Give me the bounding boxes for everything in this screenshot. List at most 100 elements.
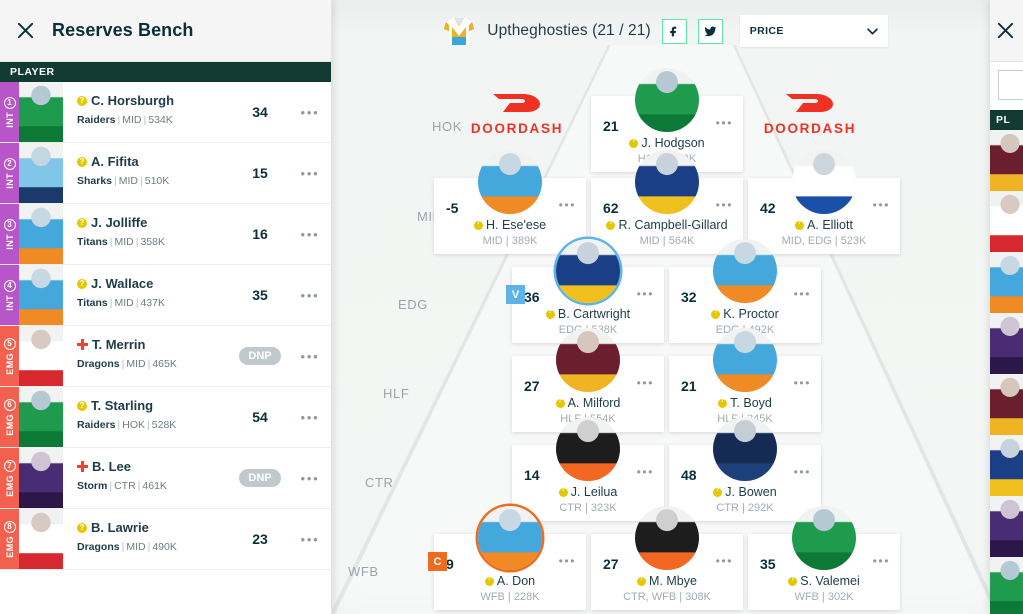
player-jersey-dragons <box>19 326 63 386</box>
player-meta: Sharks | MID | 510K <box>77 175 231 187</box>
jersey-icon <box>444 18 475 45</box>
close-icon[interactable] <box>996 21 1015 40</box>
table-row[interactable]: 6EMGT. StarlingRaiders|HOK|528K54••• <box>0 387 331 448</box>
player-info: B. Lee Storm | CTR | 461K <box>63 448 231 508</box>
status-icon <box>711 308 721 319</box>
field-player-card[interactable]: 27 ••• M. Mbye CTR, WFB | 308K <box>591 506 743 610</box>
row-menu-button[interactable]: ••• <box>289 387 331 447</box>
player-name: T. Merrin <box>77 337 231 352</box>
player-name: J. Bowen <box>669 485 821 499</box>
list-item[interactable] <box>990 313 1023 374</box>
player-menu-button[interactable]: ••• <box>637 288 654 300</box>
list-item[interactable] <box>990 130 1023 191</box>
player-position: HOK <box>122 419 146 431</box>
player-menu-button[interactable]: ••• <box>794 466 811 478</box>
row-menu-button[interactable]: ••• <box>289 265 331 325</box>
bench-slot-tag: EMG <box>4 535 15 558</box>
status-badge: DNP <box>239 469 281 487</box>
player-name: B. Cartwright <box>512 307 664 321</box>
player-menu-button[interactable]: ••• <box>716 117 733 129</box>
row-menu-button[interactable]: ••• <box>289 143 331 203</box>
player-avatar <box>19 326 63 386</box>
bench-slot-tag: EMG <box>4 352 15 375</box>
list-item[interactable] <box>990 374 1023 435</box>
row-menu-button[interactable]: ••• <box>289 509 331 569</box>
meta-sep: | <box>140 175 143 187</box>
player-jersey-titans <box>713 239 777 303</box>
player-menu-button[interactable]: ••• <box>637 377 654 389</box>
player-team: Titans <box>77 297 108 309</box>
sponsor-doordash-right: DOORDASH <box>745 88 875 136</box>
close-icon[interactable] <box>16 21 35 40</box>
table-row[interactable]: 7 EMG B. Lee Storm | CTR | 461K DNP ••• <box>0 448 331 509</box>
player-points: 35 <box>231 265 289 325</box>
bench-slot-rail: 1 INT <box>0 82 19 142</box>
points-value: 16 <box>252 226 268 242</box>
meta-sep: | <box>137 480 141 492</box>
player-price: 490K <box>152 541 177 553</box>
player-points: 54 <box>231 387 289 447</box>
player-name: T. Boyd <box>669 396 821 410</box>
list-item[interactable] <box>990 191 1023 252</box>
player-score: -5 <box>446 200 459 216</box>
row-menu-button[interactable]: ••• <box>289 82 331 142</box>
meta-sep: | <box>109 297 113 309</box>
status-icon <box>788 575 798 586</box>
player-score: 27 <box>524 378 540 394</box>
player-menu-button[interactable]: ••• <box>794 288 811 300</box>
table-row[interactable]: 3INTJ. JolliffeTitans|MID|358K16••• <box>0 204 331 265</box>
player-points: DNP <box>231 326 289 386</box>
player-menu-button[interactable]: ••• <box>716 555 733 567</box>
player-jersey-raiders <box>19 82 63 142</box>
table-row[interactable]: 5 EMG T. Merrin Dragons | MID | 465K DNP ••• <box>0 326 331 387</box>
player-jersey-titans <box>478 506 542 570</box>
table-row[interactable]: 1INTC. HorsburghRaiders|MID|534K34••• <box>0 82 331 143</box>
player-menu-button[interactable]: ••• <box>873 555 890 567</box>
list-item[interactable] <box>990 252 1023 313</box>
row-menu-button[interactable]: ••• <box>289 326 331 386</box>
player-name: C. Horsburgh <box>77 93 231 108</box>
player-search-input[interactable] <box>998 70 1023 100</box>
bench-column-header-label: PLAYER <box>10 66 55 78</box>
player-jersey-bulldogs <box>792 150 856 214</box>
player-menu-button[interactable]: ••• <box>794 377 811 389</box>
player-menu-button[interactable]: ••• <box>873 199 890 211</box>
table-row[interactable]: 8EMGB. LawrieDragons|MID|490K23••• <box>0 509 331 570</box>
meta-sep: | <box>135 297 139 309</box>
row-menu-button[interactable]: ••• <box>289 448 331 508</box>
sponsor-name-right: DOORDASH <box>763 121 857 136</box>
list-item[interactable] <box>990 557 1023 614</box>
status-icon <box>637 575 647 586</box>
field-player-card[interactable]: 9 ••• C A. Don WFB | 228K <box>428 506 586 610</box>
player-name: B. Lawrie <box>77 520 231 535</box>
status-icon <box>77 95 87 106</box>
bench-slot-tag: INT <box>4 111 15 128</box>
vice-captain-badge: V <box>506 285 525 304</box>
player-jersey-storm <box>19 448 63 508</box>
sponsor-name-left: DOORDASH <box>470 121 564 136</box>
player-name: A. Elliott <box>748 218 900 232</box>
team-toolbar: Uptheghosties (21 / 21) PRICE <box>330 0 1000 62</box>
row-menu-button[interactable]: ••• <box>289 204 331 264</box>
position-label-wfb: WFB <box>348 564 379 579</box>
player-menu-button[interactable]: ••• <box>637 466 654 478</box>
player-avatar <box>713 239 777 303</box>
list-item[interactable] <box>990 496 1023 557</box>
table-row[interactable]: 4INTJ. WallaceTitans|MID|437K35••• <box>0 265 331 326</box>
twitter-icon <box>704 26 717 36</box>
field-player-card[interactable]: 35 ••• S. Valemei WFB | 302K <box>748 506 900 610</box>
player-name-text: T. Boyd <box>730 396 772 410</box>
player-avatar <box>19 204 63 264</box>
sponsor-doordash-left: DOORDASH <box>452 88 582 136</box>
player-menu-button[interactable]: ••• <box>716 199 733 211</box>
player-menu-button[interactable]: ••• <box>559 555 576 567</box>
list-item[interactable] <box>990 435 1023 496</box>
table-row[interactable]: 2INTA. FifitaSharks|MID|510K15••• <box>0 143 331 204</box>
twitter-share-button[interactable] <box>697 18 723 44</box>
injury-icon <box>77 461 88 472</box>
player-score: 48 <box>681 467 697 483</box>
sort-by-select[interactable]: PRICE <box>739 15 888 47</box>
player-menu-button[interactable]: ••• <box>559 199 576 211</box>
status-icon <box>77 278 87 289</box>
facebook-share-button[interactable] <box>661 18 687 44</box>
